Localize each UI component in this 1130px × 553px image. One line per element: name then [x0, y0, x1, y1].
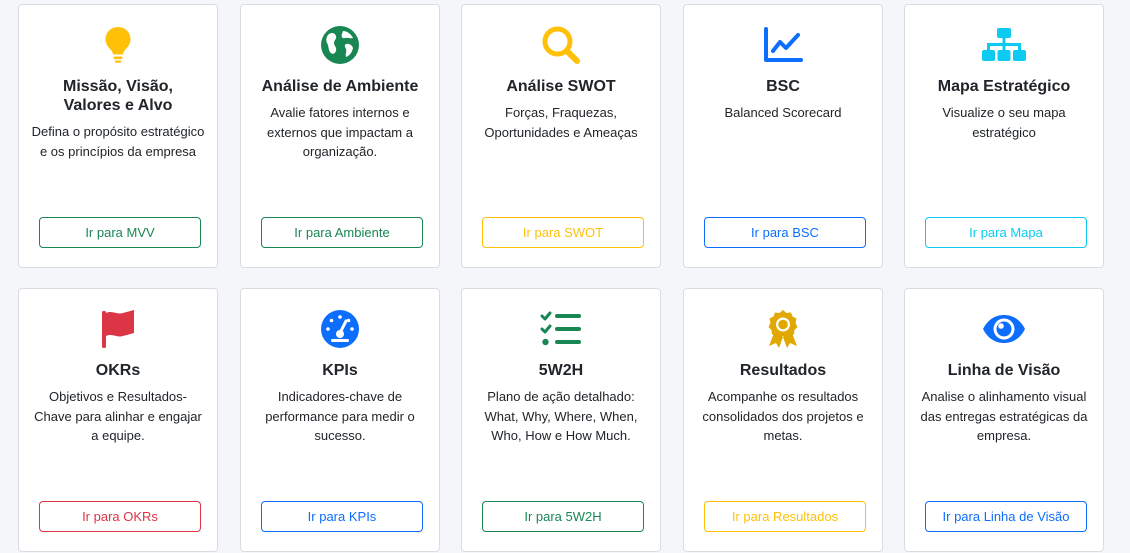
- go-to-5w2h-button[interactable]: Ir para 5W2H: [482, 501, 644, 532]
- card-title: 5W2H: [538, 362, 584, 379]
- card-ambiente: Análise de Ambiente Avalie fatores inter…: [240, 4, 440, 268]
- card-title: OKRs: [95, 362, 141, 379]
- globe-icon: [241, 25, 439, 65]
- card-title: BSC: [766, 78, 800, 95]
- module-grid: Missão, Visão, Valores e Alvo Defina o p…: [0, 0, 1130, 553]
- card-description: Analise o alinhamento visual das entrega…: [920, 389, 1088, 443]
- card-mvv: Missão, Visão, Valores e Alvo Defina o p…: [18, 4, 218, 268]
- card-description: Indicadores-chave de performance para me…: [265, 389, 415, 443]
- card-description: Plano de ação detalhado: What, Why, Wher…: [484, 389, 638, 443]
- card-okrs: OKRs Objetivos e Resultados-Chave para a…: [18, 288, 218, 552]
- lightbulb-icon: [19, 25, 217, 65]
- card-description: Balanced Scorecard: [724, 105, 842, 120]
- speedometer-icon: [241, 309, 439, 349]
- card-5w2h: 5W2H Plano de ação detalhado: What, Why,…: [461, 288, 661, 552]
- card-description: Avalie fatores internos e externos que i…: [267, 105, 413, 159]
- card-title: Análise de Ambiente: [261, 78, 419, 95]
- card-title: Análise SWOT: [506, 78, 616, 95]
- card-title: Linha de Visão: [947, 362, 1061, 379]
- checklist-icon: [462, 309, 660, 349]
- card-description: Defina o propósito estratégico e os prin…: [31, 124, 205, 159]
- card-resultados: Resultados Acompanhe os resultados conso…: [683, 288, 883, 552]
- eye-icon: [905, 309, 1103, 349]
- go-to-linha-de-visao-button[interactable]: Ir para Linha de Visão: [925, 501, 1087, 532]
- award-icon: [684, 309, 882, 349]
- go-to-mvv-button[interactable]: Ir para MVV: [39, 217, 201, 248]
- go-to-okrs-button[interactable]: Ir para OKRs: [39, 501, 201, 532]
- card-description: Acompanhe os resultados consolidados dos…: [702, 389, 864, 443]
- card-kpis: KPIs Indicadores-chave de performance pa…: [240, 288, 440, 552]
- search-icon: [462, 25, 660, 65]
- card-description: Forças, Fraquezas, Oportunidades e Ameaç…: [484, 105, 638, 140]
- card-title: Missão, Visão, Valores e Alvo: [63, 78, 173, 114]
- card-linha-de-visao: Linha de Visão Analise o alinhamento vis…: [904, 288, 1104, 552]
- go-to-mapa-button[interactable]: Ir para Mapa: [925, 217, 1087, 248]
- go-to-resultados-button[interactable]: Ir para Resultados: [704, 501, 866, 532]
- card-bsc: BSC Balanced Scorecard Ir para BSC: [683, 4, 883, 268]
- card-title: Mapa Estratégico: [937, 78, 1071, 95]
- card-description: Objetivos e Resultados-Chave para alinha…: [34, 389, 202, 443]
- card-mapa: Mapa Estratégico Visualize o seu mapa es…: [904, 4, 1104, 268]
- go-to-swot-button[interactable]: Ir para SWOT: [482, 217, 644, 248]
- go-to-kpis-button[interactable]: Ir para KPIs: [261, 501, 423, 532]
- card-title: KPIs: [322, 362, 358, 379]
- flag-icon: [19, 309, 217, 349]
- go-to-bsc-button[interactable]: Ir para BSC: [704, 217, 866, 248]
- card-swot: Análise SWOT Forças, Fraquezas, Oportuni…: [461, 4, 661, 268]
- go-to-ambiente-button[interactable]: Ir para Ambiente: [261, 217, 423, 248]
- line-chart-icon: [684, 25, 882, 65]
- org-chart-icon: [905, 25, 1103, 65]
- card-title: Resultados: [739, 362, 827, 379]
- card-description: Visualize o seu mapa estratégico: [942, 105, 1066, 140]
